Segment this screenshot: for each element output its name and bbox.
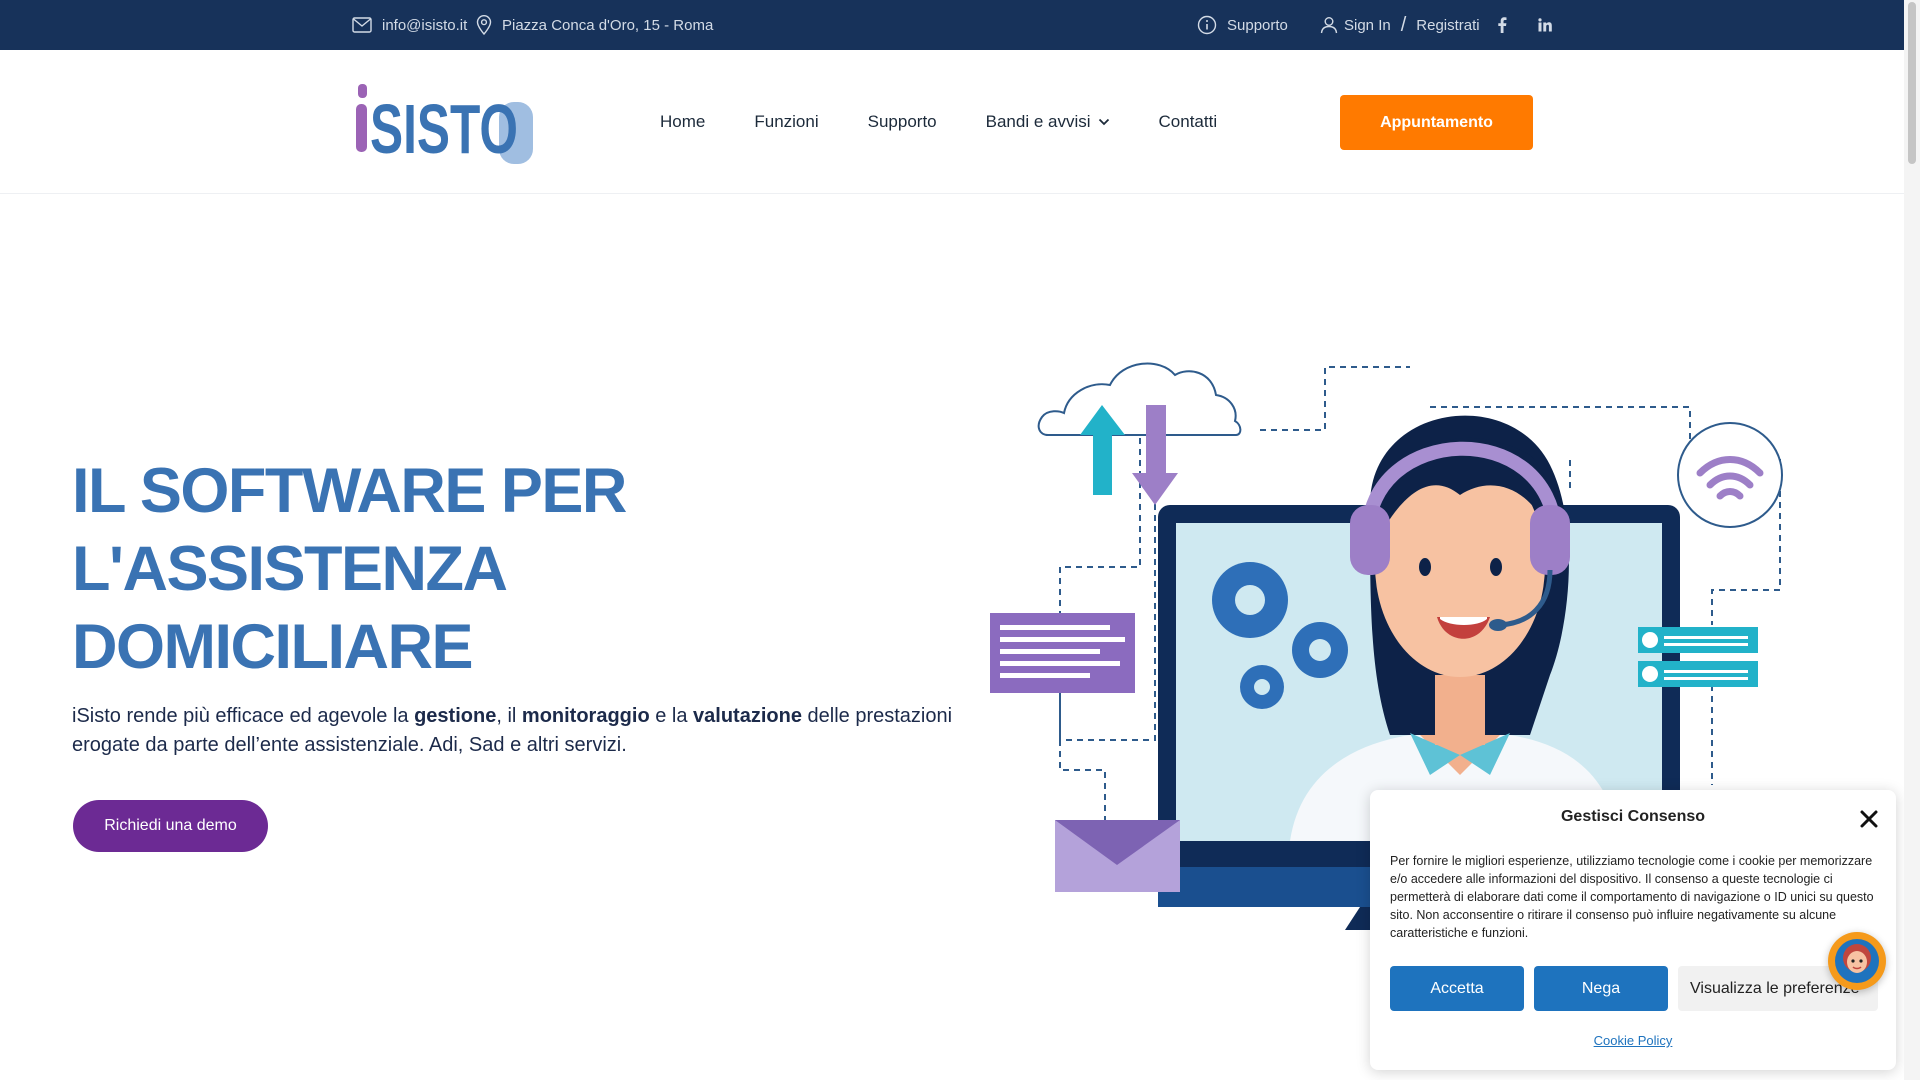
account-links: Sign In / Registrati [1320,0,1480,50]
scrollbar-thumb[interactable] [1908,2,1916,164]
hero-title-line: L'ASSISTENZA [72,534,508,604]
address-contact: Piazza Conca d'Oro, 15 - Roma [476,0,713,50]
assistant-avatar-icon [1835,939,1879,983]
cookie-consent-dialog: Gestisci Consenso Per fornire le miglior… [1370,790,1896,1070]
hero-subtitle: iSisto rende più efficace ed agevole la … [72,705,953,756]
chevron-down-icon [1098,118,1109,126]
mail-icon [352,17,372,33]
cookie-title: Gestisci Consenso [1560,808,1706,825]
hero-title-line: IL SOFTWARE PER [72,456,627,526]
support-link[interactable]: Supporto [1197,0,1288,50]
nav-supporto[interactable]: Supporto [868,102,937,142]
isisto-logo[interactable]: SISTO [354,82,540,172]
facebook-link[interactable] [1497,0,1507,50]
main-nav: Home Funzioni Supporto Bandi e avvisi Co… [660,50,1266,194]
svg-text:SISTO: SISTO [370,90,518,168]
top-bar: info@isisto.it Piazza Conca d'Oro, 15 - … [0,0,1904,50]
nav-bandi-label: Bandi e avvisi [985,112,1091,131]
info-icon [1197,15,1217,35]
location-pin-icon [476,15,492,35]
nav-bandi-e-avvisi[interactable]: Bandi e avvisi [986,102,1110,142]
support-text: Supporto [1227,16,1288,34]
accept-button[interactable]: Accetta [1390,966,1524,1011]
nav-home[interactable]: Home [660,102,705,142]
register-link[interactable]: Registrati [1416,17,1479,34]
close-icon[interactable] [1858,808,1880,830]
hero-title-line: DOMICILIARE [72,612,473,682]
deny-button[interactable]: Nega [1534,966,1668,1011]
page-scrollbar[interactable] [1904,0,1920,1080]
page: info@isisto.it Piazza Conca d'Oro, 15 - … [0,0,1920,1080]
nav-funzioni[interactable]: Funzioni [754,102,818,142]
main-header: SISTO Home Funzioni Supporto Bandi e avv… [0,50,1904,194]
linkedin-icon [1538,18,1552,32]
user-icon [1320,17,1338,34]
sign-in-link[interactable]: Sign In [1344,17,1391,34]
request-demo-button[interactable]: Richiedi una demo [73,800,268,852]
appointment-button[interactable]: Appuntamento [1340,95,1533,150]
hero-title: IL SOFTWARE PER L'ASSISTENZA DOMICILIARE [72,452,892,686]
email-contact[interactable]: info@isisto.it [352,0,467,50]
separator: / [1400,13,1407,36]
cookie-policy-link[interactable]: Cookie Policy [1370,1033,1896,1048]
facebook-icon [1498,17,1507,33]
address-text: Piazza Conca d'Oro, 15 - Roma [502,16,714,34]
linkedin-link[interactable] [1538,0,1552,50]
cookie-description: Per fornire le migliori esperienze, util… [1390,854,1874,940]
chat-avatar-button[interactable] [1828,932,1886,990]
email-text: info@isisto.it [382,16,468,34]
nav-contatti[interactable]: Contatti [1159,102,1218,142]
